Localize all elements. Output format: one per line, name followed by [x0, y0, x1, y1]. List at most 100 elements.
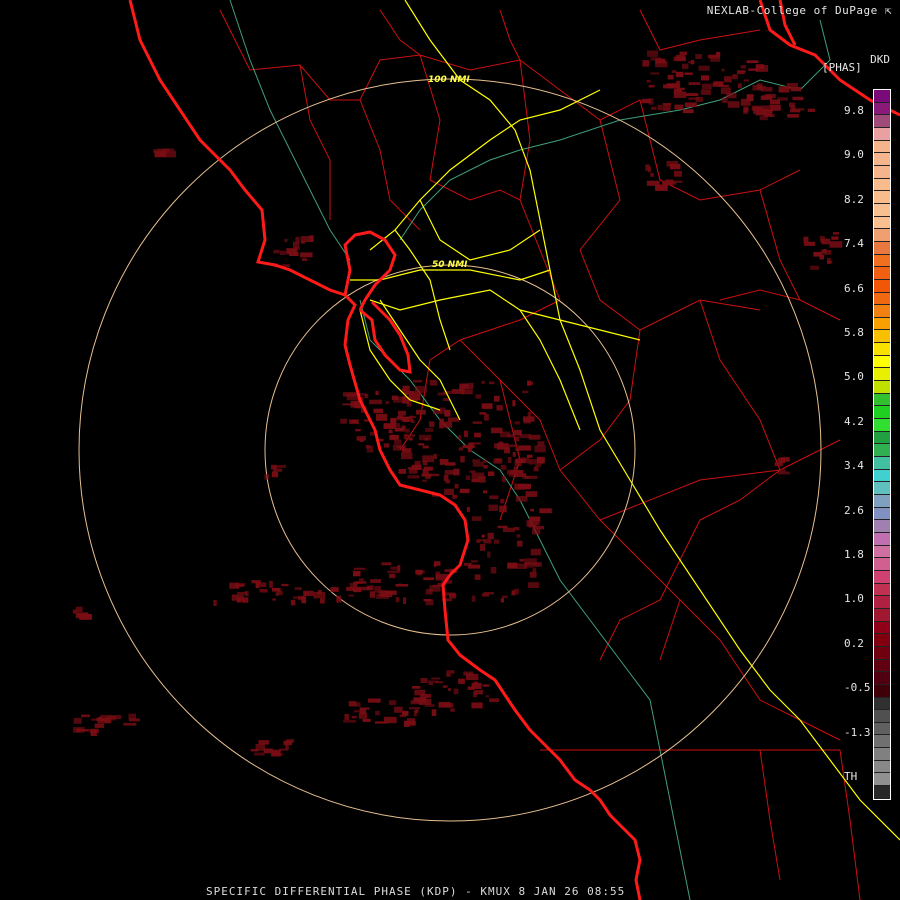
echo-pixel: [458, 435, 462, 441]
echo-pixel: [277, 590, 283, 595]
legend-unit: [PHAS]: [822, 61, 862, 74]
echo-pixel: [444, 470, 456, 475]
echo-pixel: [493, 458, 503, 464]
echo-pixel: [494, 395, 500, 402]
echo-pixel: [684, 72, 693, 75]
echo-pixel: [444, 488, 454, 495]
echo-pixel: [519, 434, 531, 439]
echo-pixel: [349, 702, 361, 707]
coastline: [128, 0, 900, 900]
echo-pixel: [279, 250, 286, 255]
echo-pixel: [500, 598, 504, 603]
echo-pixel: [284, 238, 288, 242]
echo-pixel: [463, 562, 472, 566]
legend-swatch: [874, 558, 890, 571]
echo-pixel: [474, 574, 481, 580]
echo-pixel: [407, 475, 420, 479]
echo-pixel: [447, 688, 452, 691]
echo-pixel: [507, 456, 512, 463]
echo-pixel: [529, 571, 537, 578]
echo-pixel: [657, 104, 663, 111]
echo-pixel: [81, 714, 91, 718]
echo-pixel: [539, 508, 552, 514]
echo-pixel: [529, 516, 541, 522]
echo-pixel: [702, 83, 712, 89]
echo-pixel: [518, 445, 531, 451]
echo-pixel: [346, 393, 359, 401]
echo-pixel: [501, 595, 508, 599]
echo-pixel: [743, 79, 749, 82]
legend-swatch: [874, 570, 890, 584]
echo-pixel: [344, 714, 350, 721]
legend-label: 9.8: [844, 104, 864, 117]
echo-pixel: [309, 235, 314, 242]
legend-swatch: [874, 153, 890, 166]
legend-swatch: [874, 241, 890, 255]
echo-pixel: [481, 403, 493, 409]
external-link-icon[interactable]: ⇱: [885, 4, 892, 17]
echo-pixel: [111, 715, 122, 720]
echo-pixel: [681, 63, 689, 69]
echo-pixel: [655, 60, 668, 68]
echo-pixel: [513, 473, 527, 477]
echo-pixel: [401, 452, 413, 460]
echo-pixel: [517, 540, 523, 547]
echo-pixel: [450, 708, 455, 712]
echo-pixel: [490, 567, 497, 574]
echo-pixel: [650, 72, 660, 75]
echo-pixel: [330, 587, 339, 592]
echo-pixel: [420, 678, 428, 683]
echo-pixel: [717, 84, 729, 87]
echo-pixel: [390, 417, 397, 424]
echo-pixel: [351, 716, 357, 719]
county-boundary: [599, 439, 841, 521]
echo-pixel: [412, 686, 421, 689]
echo-pixel: [468, 442, 474, 449]
echo-pixel: [452, 494, 458, 499]
county-boundary: [519, 59, 561, 301]
legend-swatch: [874, 520, 890, 533]
legend-swatch: [874, 305, 890, 318]
legend-swatch: [874, 444, 890, 458]
legend-swatch: [874, 482, 890, 495]
echo-pixel: [496, 405, 503, 411]
echo-pixel: [663, 84, 674, 89]
color-legend: DKD [PHAS] 9.8 9.0 8.2 7.4 6.6 5.8 5.0 4.2 3.4 2.…: [818, 52, 900, 812]
echo-pixel: [466, 507, 470, 512]
echo-pixel: [359, 707, 367, 715]
legend-swatch: [874, 672, 890, 685]
echo-pixel: [458, 678, 465, 684]
echo-pixel: [787, 114, 799, 118]
legend-color-bar: [873, 89, 891, 800]
county-boundary: [759, 189, 801, 301]
legend-swatch: [874, 203, 890, 217]
echo-pixel: [286, 739, 295, 743]
echo-pixel: [770, 99, 780, 105]
echo-pixel: [511, 590, 516, 596]
echo-pixel: [348, 594, 355, 597]
echo-pixel: [671, 70, 677, 74]
echo-pixel: [378, 439, 384, 442]
echo-pixel: [449, 593, 457, 599]
echo-pixel: [459, 383, 468, 389]
echo-pixel: [662, 180, 671, 186]
legend-label: -1.3: [844, 725, 871, 739]
radar-map-canvas: 100 NMI 50 NMI: [72, 0, 900, 900]
echo-pixel: [342, 403, 355, 406]
echo-pixel: [373, 408, 384, 414]
legend-label: 5.0: [844, 370, 864, 384]
echo-pixel: [293, 596, 304, 599]
echo-pixel: [273, 249, 280, 254]
echo-pixel: [463, 671, 474, 676]
legend-swatch: [874, 317, 890, 331]
echo-pixel: [760, 87, 773, 92]
legend-label: -0.5: [844, 681, 871, 695]
highway: [369, 89, 601, 251]
echo-pixel: [336, 595, 342, 603]
echo-pixel: [100, 714, 112, 718]
echo-pixel: [533, 466, 539, 472]
highway: [519, 309, 641, 341]
echo-pixel: [740, 65, 747, 69]
echo-pixel: [472, 421, 482, 424]
echo-pixel: [673, 91, 687, 98]
